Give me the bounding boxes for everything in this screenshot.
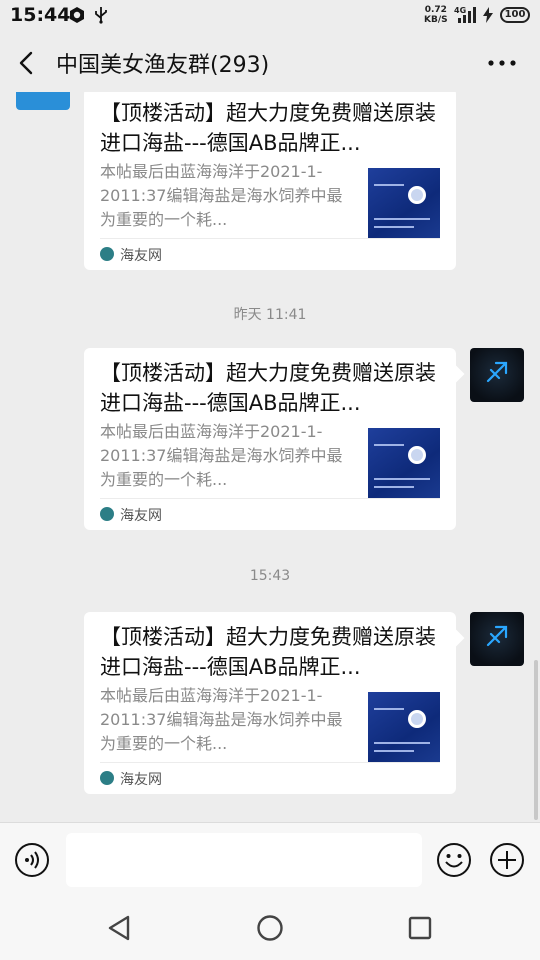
link-card-thumbnail — [368, 168, 440, 238]
triangle-back-icon[interactable] — [106, 914, 134, 942]
message-timestamp: 15:43 — [249, 568, 291, 584]
link-card-divider — [100, 498, 440, 499]
source-logo-icon — [100, 247, 114, 261]
source-logo-icon — [100, 507, 114, 521]
bubble-tail — [447, 629, 465, 647]
network-speed: 0.72 KB/S — [424, 5, 448, 25]
app-notification-icon — [70, 7, 84, 23]
bubble-tail — [447, 365, 465, 383]
link-card-source-name: 海友网 — [120, 508, 162, 524]
link-card-divider — [100, 762, 440, 763]
more-dots-icon[interactable] — [486, 50, 518, 76]
link-card-source-name: 海友网 — [120, 248, 162, 264]
voice-icon[interactable] — [14, 842, 50, 878]
link-card-source-name: 海友网 — [120, 772, 162, 788]
charging-icon — [483, 7, 493, 23]
system-nav-bar — [0, 896, 540, 960]
link-card-description: 本帖最后由蓝海海洋于2021-1-2011:37编辑海盐是海水饲养中最为重要的一… — [100, 686, 343, 753]
shared-link-card[interactable]: 【顶楼活动】超大力度免费赠送原装进口海盐---德国AB品牌正... 本帖最后由蓝… — [84, 92, 456, 270]
shared-link-card[interactable]: 【顶楼活动】超大力度免费赠送原装进口海盐---德国AB品牌正... 本帖最后由蓝… — [84, 348, 465, 530]
my-avatar[interactable] — [470, 348, 524, 402]
link-card-description: 本帖最后由蓝海海洋于2021-1-2011:37编辑海盐是海水饲养中最为重要的一… — [100, 422, 343, 489]
battery-indicator: 100 — [500, 7, 530, 23]
link-card-thumbnail — [368, 428, 440, 498]
sender-avatar[interactable] — [16, 92, 70, 110]
chat-message-list[interactable]: 【顶楼活动】超大力度免费赠送原装进口海盐---德国AB品牌正... 本帖最后由蓝… — [0, 92, 540, 822]
link-card-thumbnail — [368, 692, 440, 762]
chat-title: 中国美女渔友群(293) — [56, 53, 270, 78]
message-input[interactable] — [66, 833, 422, 887]
source-logo-icon — [100, 771, 114, 785]
shared-link-card[interactable]: 【顶楼活动】超大力度免费赠送原装进口海盐---德国AB品牌正... 本帖最后由蓝… — [84, 612, 465, 794]
status-bar: 15:44 0.72 KB/S 4G 100 — [0, 0, 540, 32]
my-avatar[interactable] — [470, 612, 524, 666]
usb-icon — [95, 7, 107, 24]
link-card-divider — [100, 238, 440, 239]
link-card-title: 【顶楼活动】超大力度免费赠送原装进口海盐---德国AB品牌正... — [100, 361, 436, 415]
network-speed-unit: KB/S — [424, 15, 448, 25]
network-speed-value: 0.72 — [424, 5, 447, 15]
signal-icon — [458, 7, 476, 23]
link-card-title: 【顶楼活动】超大力度免费赠送原装进口海盐---德国AB品牌正... — [100, 101, 436, 155]
back-chevron-icon[interactable] — [12, 48, 42, 78]
sagittarius-arrow-icon — [486, 361, 508, 383]
emoji-icon[interactable] — [436, 842, 472, 878]
circle-home-icon[interactable] — [256, 914, 284, 942]
link-card-description: 本帖最后由蓝海海洋于2021-1-2011:37编辑海盐是海水饲养中最为重要的一… — [100, 162, 343, 229]
sagittarius-arrow-icon — [486, 625, 508, 647]
plus-icon[interactable] — [489, 842, 525, 878]
status-time: 15:44 — [10, 4, 71, 26]
square-recent-icon[interactable] — [406, 914, 434, 942]
chat-input-bar — [0, 822, 540, 896]
link-card-title: 【顶楼活动】超大力度免费赠送原装进口海盐---德国AB品牌正... — [100, 625, 436, 679]
chat-header: 中国美女渔友群(293) — [0, 32, 540, 92]
message-timestamp: 昨天 11:41 — [233, 307, 307, 323]
chat-scrollbar[interactable] — [534, 660, 538, 820]
